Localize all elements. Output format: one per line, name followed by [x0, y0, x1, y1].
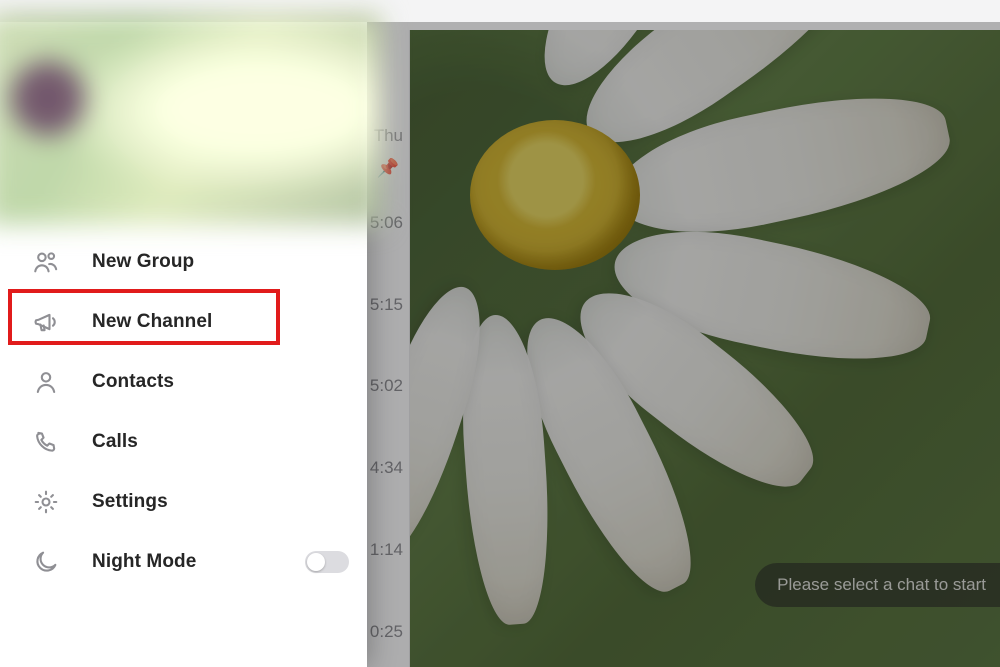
telegram-desktop: Please select a chat to start Thu 📌 5:06…: [0, 0, 1000, 667]
moon-icon: [32, 548, 60, 576]
phone-icon: [32, 428, 60, 456]
menu-item-contacts[interactable]: Contacts: [0, 352, 367, 412]
group-icon: [32, 248, 60, 276]
menu-item-settings[interactable]: Settings: [0, 472, 367, 532]
menu-label: New Channel: [92, 311, 349, 333]
menu-item-calls[interactable]: Calls: [0, 412, 367, 472]
drawer-header: [0, 14, 382, 225]
menu-item-new-channel[interactable]: New Channel: [0, 292, 367, 352]
menu-label: Calls: [92, 431, 349, 453]
night-mode-toggle[interactable]: [305, 551, 349, 573]
menu-item-new-group[interactable]: New Group: [0, 232, 367, 292]
megaphone-icon: [32, 308, 60, 336]
gear-icon: [32, 488, 60, 516]
contact-icon: [32, 368, 60, 396]
menu-label: Night Mode: [92, 551, 273, 573]
menu-item-night-mode[interactable]: Night Mode: [0, 532, 367, 592]
menu-label: Settings: [92, 491, 349, 513]
menu-label: New Group: [92, 251, 349, 273]
menu-label: Contacts: [92, 371, 349, 393]
main-menu-drawer: New Group New Channel: [0, 22, 367, 667]
drawer-menu: New Group New Channel: [0, 217, 367, 592]
